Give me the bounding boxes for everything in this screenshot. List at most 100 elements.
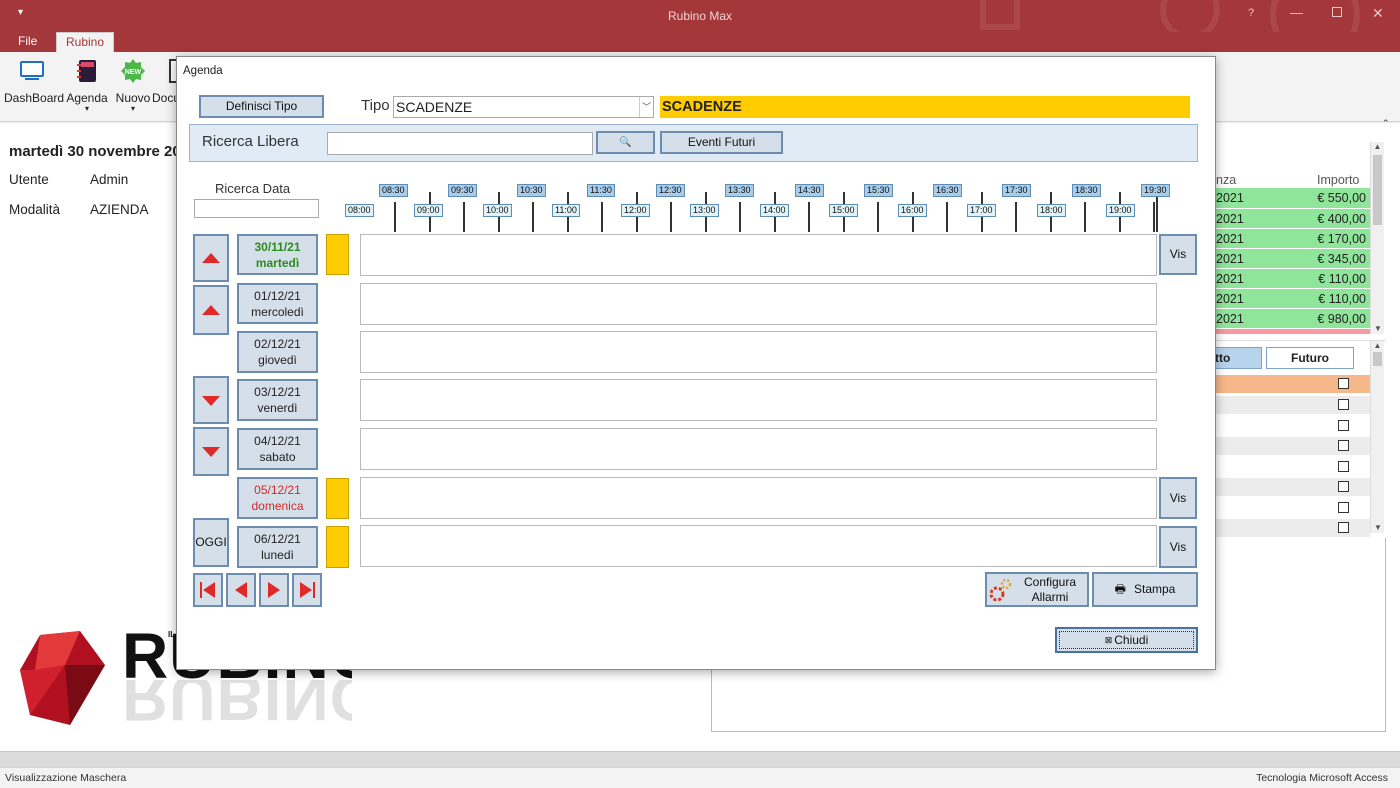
table-row[interactable]: 2021 € 110,00 <box>1212 288 1370 308</box>
skip-back-icon <box>200 582 215 598</box>
row-checkbox[interactable] <box>1338 481 1349 492</box>
logo-reflection: RUBINO <box>122 680 352 728</box>
day-timeline-row[interactable] <box>360 477 1157 519</box>
row-checkbox[interactable] <box>1338 502 1349 513</box>
row-amount: € 110,00 <box>1318 292 1366 306</box>
status-bar: Visualizzazione Maschera Tecnologia Micr… <box>0 767 1400 788</box>
arrow-right-icon <box>268 582 280 598</box>
chiudi-button[interactable]: ⊠ Chiudi <box>1055 627 1198 653</box>
list-item[interactable] <box>1212 417 1370 435</box>
scroll-thumb[interactable] <box>1373 155 1382 225</box>
day-timeline-row[interactable] <box>360 234 1157 276</box>
current-date: martedì 30 novembre 20 <box>9 143 176 160</box>
table-row[interactable]: 2021 € 170,00 <box>1212 228 1370 248</box>
table-row[interactable]: 2021 € 980,00 <box>1212 308 1370 328</box>
scroll-down-week-button[interactable] <box>193 427 229 476</box>
stampa-button[interactable]: 🖶 Stampa <box>1092 572 1198 607</box>
timeline-header: 08:30 09:30 10:30 11:30 12:30 13:30 14:3… <box>177 57 1217 237</box>
tab-futuro[interactable]: Futuro <box>1266 347 1354 369</box>
ruby-gem-logo-icon <box>20 631 105 725</box>
day-date: 30/11/21 <box>254 240 301 254</box>
vertical-scrollbar[interactable]: ▲ ▼ <box>1370 341 1384 533</box>
configura-allarmi-button[interactable]: Configura Allarmi <box>985 572 1089 607</box>
list-item[interactable] <box>1212 478 1370 496</box>
horizontal-scrollbar[interactable] <box>0 751 1400 767</box>
scroll-up-week-button[interactable] <box>193 234 229 282</box>
day-button[interactable]: 01/12/21 mercoledì <box>237 283 318 324</box>
time-label-top: 08:30 <box>379 184 408 197</box>
vis-button[interactable]: Vis <box>1159 477 1197 519</box>
tab-file[interactable]: File <box>9 32 46 53</box>
row-amount: € 550,00 <box>1317 191 1366 205</box>
chiudi-label: Chiudi <box>1114 632 1149 647</box>
day-timeline-row[interactable] <box>360 331 1157 373</box>
previous-week-button[interactable] <box>226 573 256 607</box>
day-timeline-row[interactable] <box>360 379 1157 421</box>
day-timeline-row[interactable] <box>360 525 1157 567</box>
day-button[interactable]: 04/12/21 sabato <box>237 428 318 470</box>
day-date: 04/12/21 <box>254 434 301 448</box>
row-checkbox[interactable] <box>1338 399 1349 410</box>
first-week-button[interactable] <box>193 573 223 607</box>
row-checkbox[interactable] <box>1338 461 1349 472</box>
next-week-button[interactable] <box>259 573 289 607</box>
list-item[interactable] <box>1212 458 1370 476</box>
scroll-up-day-button[interactable] <box>193 285 229 335</box>
oggi-button[interactable]: OGGI <box>193 518 229 567</box>
vis-button[interactable]: Vis <box>1159 526 1197 568</box>
scroll-down-icon[interactable]: ▼ <box>1371 523 1385 532</box>
close-icon: ⊠ <box>1104 634 1113 645</box>
day-timeline-row[interactable] <box>360 428 1157 470</box>
time-label-bottom: 09:00 <box>414 204 443 217</box>
day-button[interactable]: 05/12/21 domenica <box>237 477 318 519</box>
help-icon[interactable]: ? <box>1248 7 1254 19</box>
day-button[interactable]: 03/12/21 venerdì <box>237 379 318 421</box>
day-timeline-row[interactable] <box>360 283 1157 325</box>
row-checkbox[interactable] <box>1338 378 1349 389</box>
tab-rubino[interactable]: Rubino <box>56 32 115 53</box>
list-item[interactable] <box>1212 375 1370 393</box>
row-checkbox[interactable] <box>1338 420 1349 431</box>
day-event-marker <box>326 478 349 519</box>
agenda-button[interactable]: Agenda ▾ <box>66 58 108 114</box>
table-row[interactable]: 2021 € 550,00 <box>1212 188 1370 208</box>
day-button[interactable]: 06/12/21 lunedì <box>237 526 318 568</box>
list-item[interactable] <box>1212 499 1370 517</box>
table-row[interactable]: 2021 € 110,00 <box>1212 268 1370 288</box>
row-year: 2021 <box>1216 272 1244 286</box>
day-weekday: giovedì <box>258 353 297 367</box>
list-item[interactable] <box>1212 519 1370 537</box>
list-item[interactable] <box>1212 396 1370 414</box>
row-checkbox[interactable] <box>1338 440 1349 451</box>
day-date: 06/12/21 <box>254 532 301 546</box>
printer-icon: 🖶 <box>1114 582 1126 596</box>
list-item[interactable] <box>1212 437 1370 455</box>
scroll-up-icon[interactable]: ▲ <box>1371 142 1384 151</box>
row-amount: € 170,00 <box>1317 232 1366 246</box>
day-button[interactable]: 02/12/21 giovedì <box>237 331 318 373</box>
maximize-icon[interactable] <box>1332 7 1342 17</box>
documenti-label: Docu <box>152 91 178 105</box>
documenti-button[interactable]: Docu <box>152 58 178 114</box>
agenda-label: Agenda <box>66 91 108 105</box>
last-week-button[interactable] <box>292 573 322 607</box>
table-row[interactable]: 2021 € 345,00 <box>1212 248 1370 268</box>
table-row[interactable]: 2021 € 400,00 <box>1212 208 1370 228</box>
close-icon[interactable]: ✕ <box>1372 5 1384 22</box>
dashboard-button[interactable]: DashBoard <box>4 58 64 114</box>
day-button[interactable]: 30/11/21 martedì <box>237 234 318 275</box>
scroll-thumb[interactable] <box>1373 352 1382 366</box>
nuovo-button[interactable]: NEW Nuovo ▾ <box>114 58 152 114</box>
scroll-down-day-button[interactable] <box>193 376 229 424</box>
vertical-scrollbar[interactable]: ▲ ▼ <box>1370 142 1384 334</box>
row-checkbox[interactable] <box>1338 522 1349 533</box>
time-label-bottom: 10:00 <box>483 204 512 217</box>
time-label-bottom: 11:00 <box>552 204 580 217</box>
tab-scaduto[interactable]: tto <box>1212 347 1262 369</box>
vis-button[interactable]: Vis <box>1159 234 1197 275</box>
status-right: Tecnologia Microsoft Access <box>1256 772 1388 784</box>
scroll-down-icon[interactable]: ▼ <box>1371 324 1385 333</box>
minimize-icon[interactable]: — <box>1290 5 1303 20</box>
detail-frame-edge <box>1385 538 1386 732</box>
scroll-up-icon[interactable]: ▲ <box>1371 341 1384 350</box>
